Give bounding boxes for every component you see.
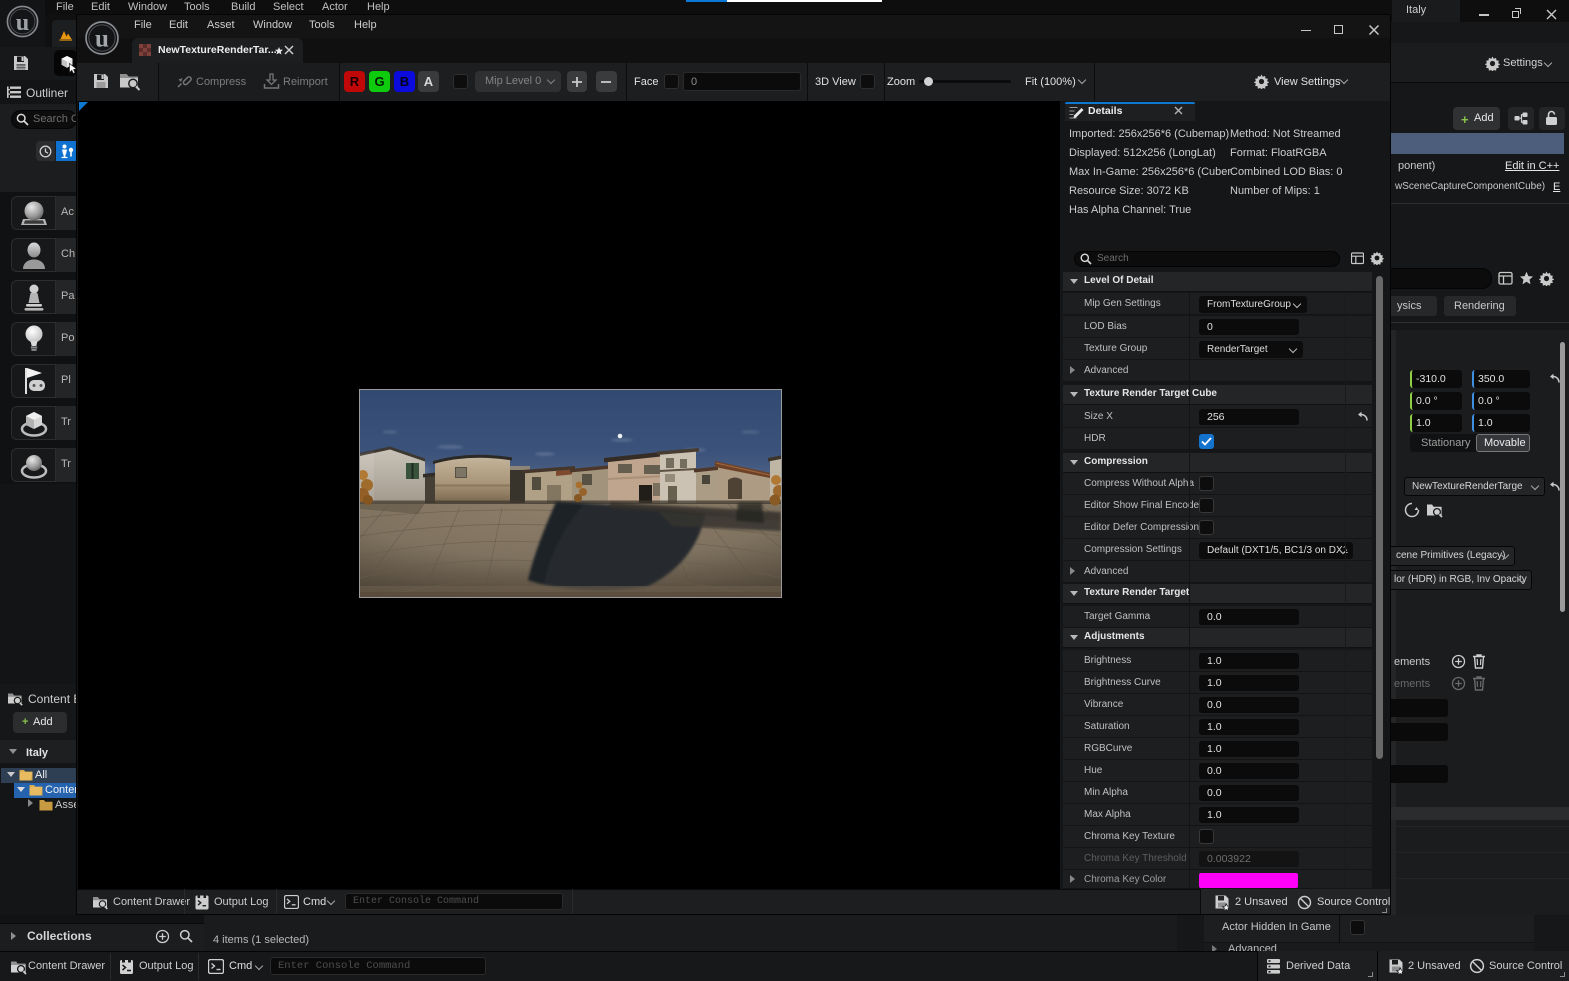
svg-text:u: u (95, 26, 109, 53)
svg-text:u: u (16, 9, 30, 36)
